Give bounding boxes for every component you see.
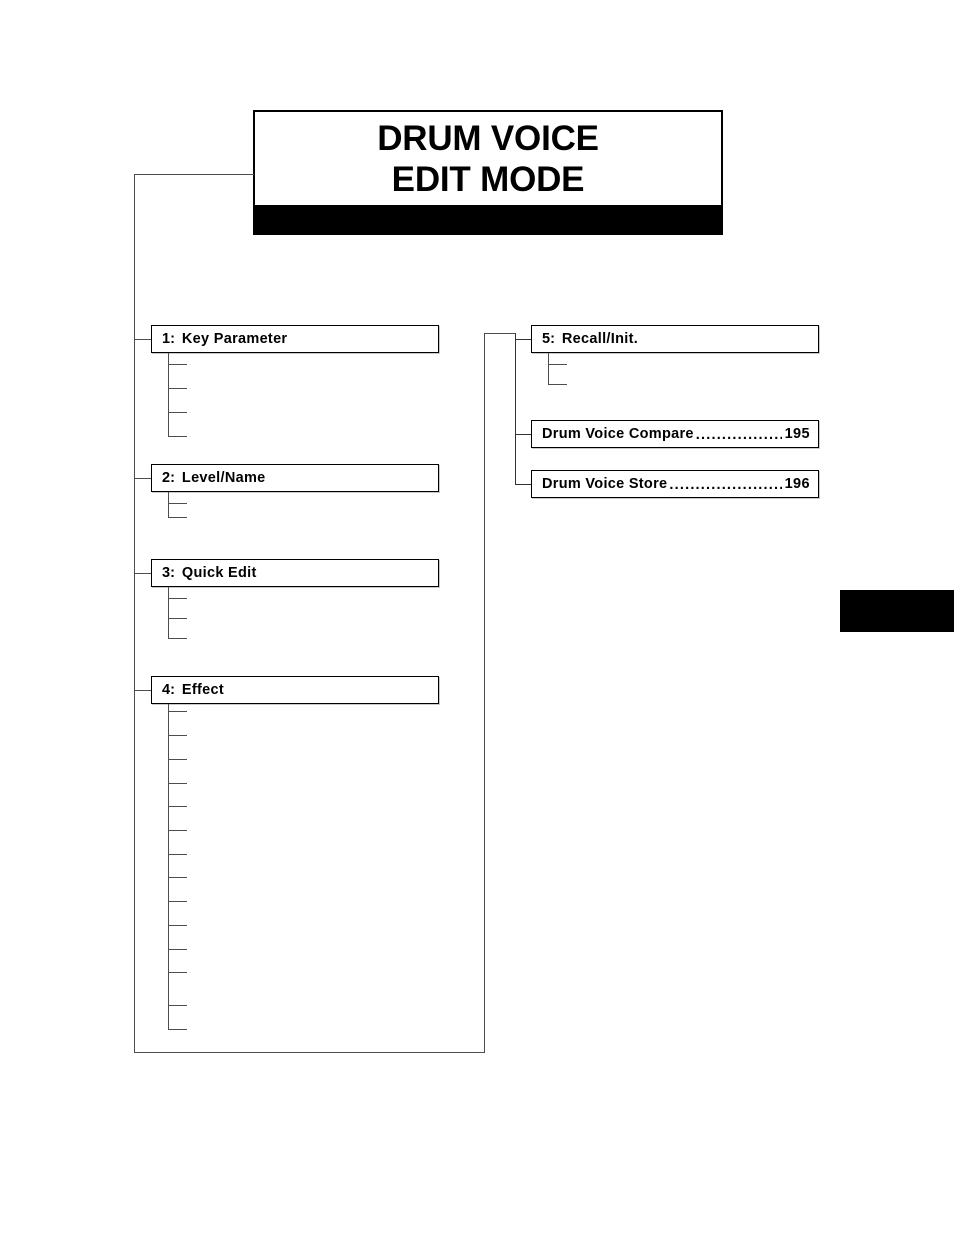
sub-stub [168,949,187,950]
entry-box-quick-edit[interactable]: 3: Quick Edit [151,559,439,587]
branch-stub-item-2 [134,478,152,479]
toc-page-store: 196 [784,476,810,492]
sub-stub [168,388,187,389]
page-root: DRUM VOICE EDIT MODE 1: Key Parameter 2:… [0,0,954,1235]
entry-box-effect[interactable]: 4: Effect [151,676,439,704]
sub-stub [168,638,187,639]
sub-stub [168,925,187,926]
page-title-line-1: DRUM VOICE [377,118,599,158]
sub-spine-item-3 [168,587,169,639]
entry-label-1: Key Parameter [181,331,288,347]
entry-number-1: 1: [162,331,175,347]
trunk-connector-right-top [484,333,516,334]
sub-stub [168,901,187,902]
sub-stub [168,618,187,619]
branch-stub-item-1 [134,339,152,340]
sub-spine-item-1 [168,353,169,437]
toc-page-compare: 195 [784,426,810,442]
sub-stub [168,806,187,807]
sub-stub [168,503,187,504]
sub-stub [168,436,187,437]
branch-stub-item-4 [134,690,152,691]
entry-box-recall-init[interactable]: 5: Recall/Init. [531,325,819,353]
entry-label-4: Effect [181,682,224,698]
leader-dots: ....................................... [695,427,782,443]
sub-stub [168,854,187,855]
sub-stub [168,830,187,831]
trunk-connector-bottom [134,1052,484,1053]
sub-stub [548,384,567,385]
entry-box-level-name[interactable]: 2: Level/Name [151,464,439,492]
sub-spine-item-4 [168,704,169,1029]
toc-title-compare: Drum Voice Compare [542,426,694,442]
entry-box-drum-voice-store[interactable]: Drum Voice Store .......................… [531,470,819,498]
sub-stub [168,598,187,599]
mode-title-box: DRUM VOICE EDIT MODE [253,110,723,207]
page-edge-tab-marker [840,590,954,632]
entry-number-2: 2: [162,470,175,486]
entry-label-3: Quick Edit [181,565,257,581]
leader-dots: ........................................… [669,477,781,493]
sub-stub [168,412,187,413]
branch-stub-item-3 [134,573,152,574]
entry-label-2: Level/Name [181,470,266,486]
sub-stub [168,783,187,784]
entry-number-4: 4: [162,682,175,698]
sub-stub [168,877,187,878]
trunk-vertical-right-riser [484,333,485,1053]
mode-title-block: DRUM VOICE EDIT MODE [253,110,723,235]
entry-number-5: 5: [542,331,555,347]
page-title-line-2: EDIT MODE [391,159,585,199]
trunk-vertical-right-column [515,333,516,484]
sub-stub [168,1005,187,1006]
sub-stub [168,517,187,518]
toc-title-store: Drum Voice Store [542,476,668,492]
entry-label-5: Recall/Init. [561,331,639,347]
sub-spine-item-2 [168,492,169,518]
trunk-connector-top [134,174,254,175]
sub-stub [168,1029,187,1030]
sub-stub [548,364,567,365]
sub-stub [168,972,187,973]
entry-number-3: 3: [162,565,175,581]
title-black-bar [253,207,723,235]
trunk-vertical-left [134,174,135,1053]
entry-box-drum-voice-compare[interactable]: Drum Voice Compare .....................… [531,420,819,448]
entry-box-key-parameter[interactable]: 1: Key Parameter [151,325,439,353]
sub-spine-item-5 [548,353,549,385]
sub-stub [168,735,187,736]
sub-stub [168,711,187,712]
sub-stub [168,759,187,760]
sub-stub [168,364,187,365]
